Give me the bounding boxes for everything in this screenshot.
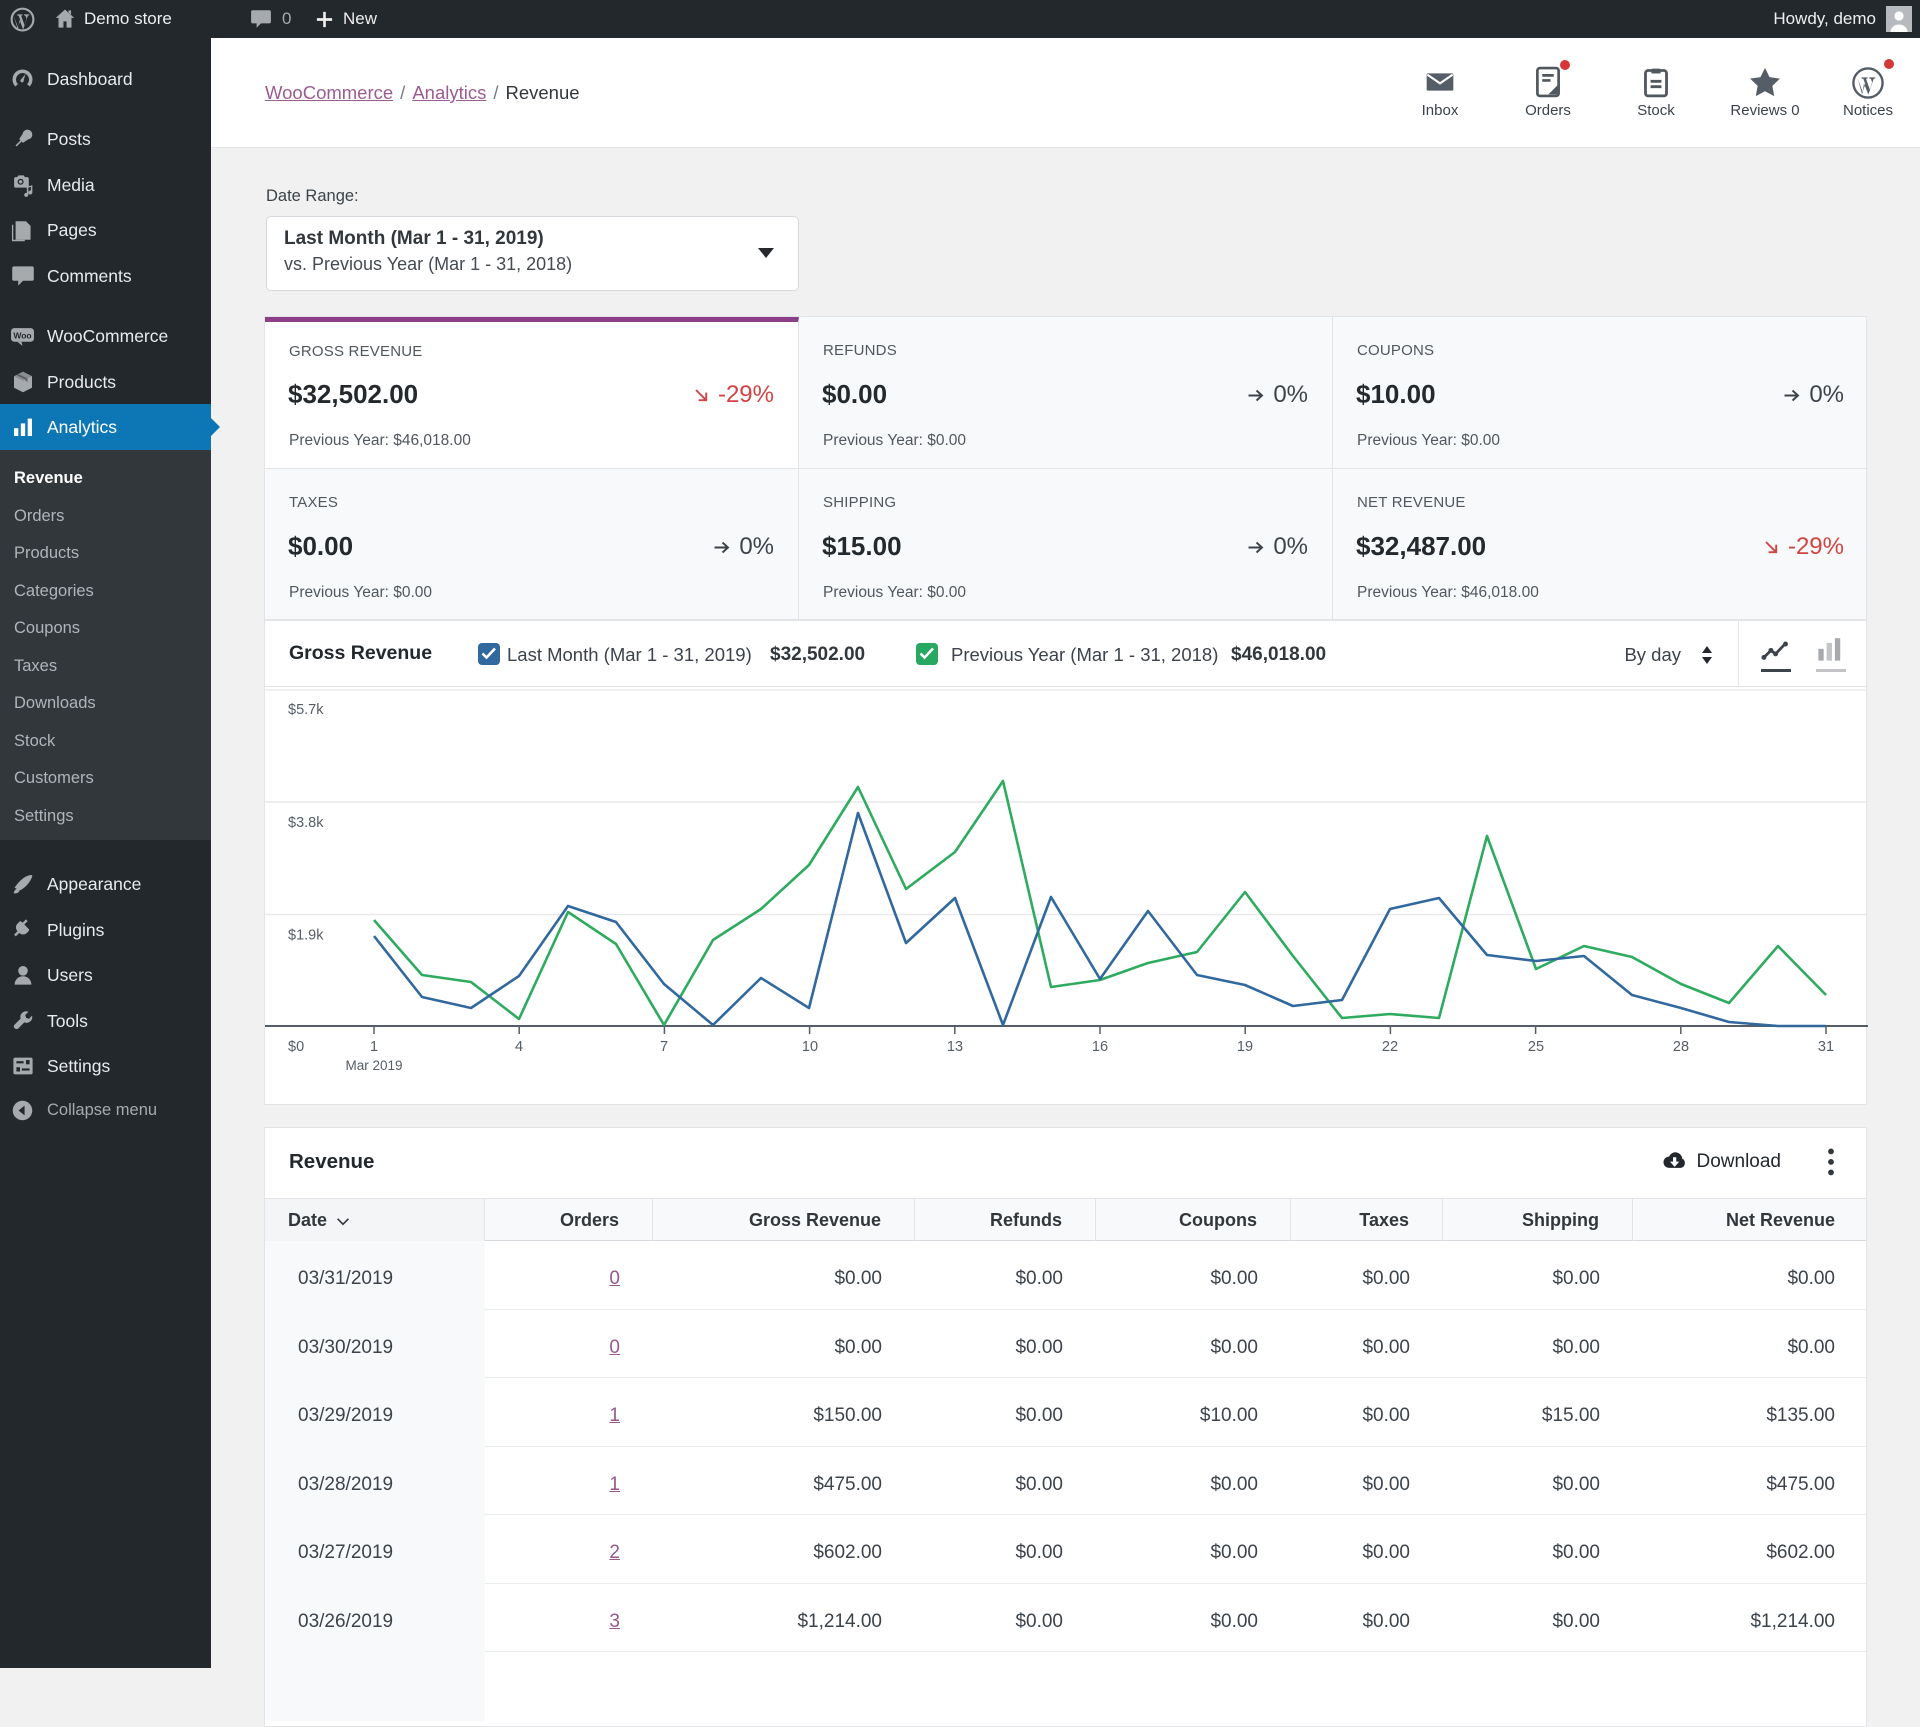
svg-text:7: 7: [660, 1039, 668, 1055]
svg-text:$0: $0: [288, 1039, 304, 1055]
svg-text:Woo: Woo: [13, 330, 31, 340]
svg-text:25: 25: [1528, 1039, 1544, 1055]
svg-text:16: 16: [1092, 1039, 1108, 1055]
svg-text:13: 13: [947, 1039, 963, 1055]
svg-text:4: 4: [515, 1039, 523, 1055]
svg-text:31: 31: [1818, 1039, 1834, 1055]
svg-text:$1.9k: $1.9k: [288, 928, 324, 944]
svg-text:19: 19: [1237, 1039, 1253, 1055]
svg-text:$5.7k: $5.7k: [288, 702, 324, 718]
svg-text:1: 1: [370, 1039, 378, 1055]
svg-text:$3.8k: $3.8k: [288, 815, 324, 831]
svg-text:22: 22: [1382, 1039, 1398, 1055]
svg-text:Mar 2019: Mar 2019: [345, 1058, 402, 1073]
svg-text:28: 28: [1673, 1039, 1689, 1055]
svg-text:10: 10: [802, 1039, 818, 1055]
